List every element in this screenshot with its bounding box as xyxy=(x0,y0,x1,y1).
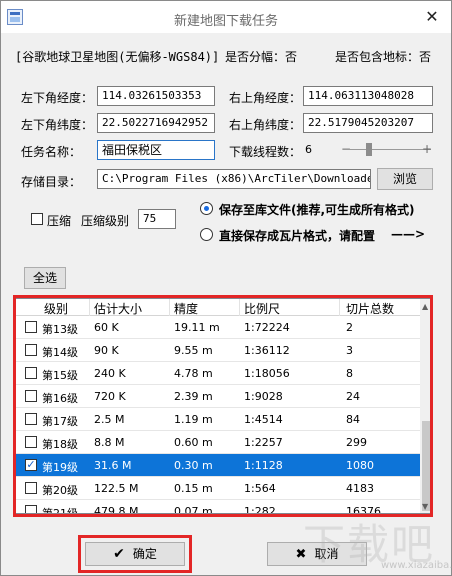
storage-dir-input[interactable]: C:\Program Files (x86)\ArcTiler\Download… xyxy=(97,169,371,189)
save-library-label: 保存至库文件(推荐,可生成所有格式) xyxy=(219,203,415,217)
split-label: 是否分幅：否 xyxy=(225,50,298,64)
left-bottom-lat-input[interactable]: 22.5022716942952 xyxy=(97,113,215,133)
threads-value: 6 xyxy=(305,143,312,156)
left-bottom-lon-input[interactable]: 114.03261503353 xyxy=(97,86,215,106)
compress-level-label: 压缩级别 xyxy=(81,214,130,228)
threads-label: 下载线程数： xyxy=(229,145,302,159)
task-name-label: 任务名称： xyxy=(21,145,82,159)
threads-slider-track[interactable] xyxy=(345,149,431,150)
compress-label: 压缩 xyxy=(47,214,72,228)
table-highlight-box xyxy=(13,295,433,517)
threads-slider-thumb[interactable] xyxy=(366,143,372,156)
window-title: 新建地图下载任务 xyxy=(173,14,278,29)
compress-checkbox[interactable] xyxy=(31,213,43,225)
storage-dir-label: 存储目录： xyxy=(21,175,82,189)
right-top-lat-input[interactable]: 22.5179045203207 xyxy=(303,113,433,133)
slider-plus-icon: + xyxy=(422,142,433,156)
right-top-lon-label: 右上角经度： xyxy=(229,91,302,105)
right-top-lon-input[interactable]: 114.063113048028 xyxy=(303,86,433,106)
watermark-url: www.xiazaiba.com xyxy=(381,560,452,571)
task-name-input[interactable]: 福田保税区 xyxy=(97,140,215,160)
download-task-dialog: 新建地图下载任务 ✕ [谷歌地球卫星地图(无偏移-WGS84)] 是否分幅：否 … xyxy=(0,0,452,576)
select-all-button[interactable]: 全选 xyxy=(24,267,66,289)
configure-arrow[interactable]: ——> xyxy=(391,227,425,241)
close-button[interactable]: ✕ xyxy=(421,7,443,27)
compress-level-input[interactable]: 75 xyxy=(138,209,176,229)
right-top-lat-label: 右上角纬度： xyxy=(229,118,302,132)
left-bottom-lon-label: 左下角经度： xyxy=(21,91,94,105)
left-bottom-lat-label: 左下角纬度： xyxy=(21,118,94,132)
save-tiles-radio[interactable] xyxy=(200,228,213,241)
save-library-radio[interactable] xyxy=(200,202,213,215)
title-bar[interactable]: 新建地图下载任务 ✕ xyxy=(1,1,451,33)
landmark-label: 是否包含地标：否 xyxy=(335,50,432,64)
ok-highlight-box xyxy=(78,535,192,573)
browse-button[interactable]: 浏览 xyxy=(377,168,433,190)
map-name-label: [谷歌地球卫星地图(无偏移-WGS84)] xyxy=(15,50,220,64)
save-tiles-label: 直接保存成瓦片格式，请配置 xyxy=(219,229,376,243)
